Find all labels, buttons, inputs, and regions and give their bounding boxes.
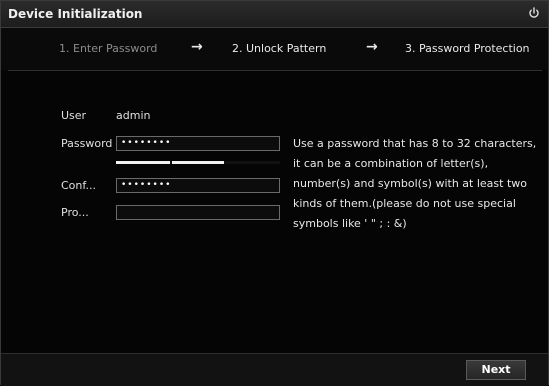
password-protection-input[interactable] xyxy=(116,205,280,220)
device-initialization-window: Device Initialization 1. Enter Password … xyxy=(0,0,549,386)
next-button[interactable]: Next xyxy=(466,360,526,380)
header-divider xyxy=(8,70,542,71)
password-strength-bar xyxy=(116,161,280,164)
password-label: Password xyxy=(61,137,113,150)
strength-segment-weak xyxy=(116,161,170,164)
user-value: admin xyxy=(116,109,151,122)
password-input[interactable]: •••••••• xyxy=(116,136,280,151)
user-label: User xyxy=(61,109,87,122)
wizard-steps: 1. Enter Password → 2. Unlock Pattern → … xyxy=(1,28,548,70)
confirm-password-input[interactable]: •••••••• xyxy=(116,178,280,193)
step-password-protection: 3. Password Protection xyxy=(405,42,530,55)
title-bar: Device Initialization xyxy=(1,1,548,28)
confirm-password-label: Conf... xyxy=(61,179,96,192)
step-enter-password: 1. Enter Password xyxy=(59,42,158,55)
step-arrow-icon: → xyxy=(191,39,203,55)
password-protection-label: Pro... xyxy=(61,206,89,219)
step-unlock-pattern: 2. Unlock Pattern xyxy=(232,42,327,55)
step-arrow-icon: → xyxy=(366,39,378,55)
password-hint-text: Use a password that has 8 to 32 characte… xyxy=(293,137,537,230)
strength-segment-medium xyxy=(172,161,224,164)
window-title: Device Initialization xyxy=(8,7,143,21)
power-icon[interactable] xyxy=(528,7,540,19)
